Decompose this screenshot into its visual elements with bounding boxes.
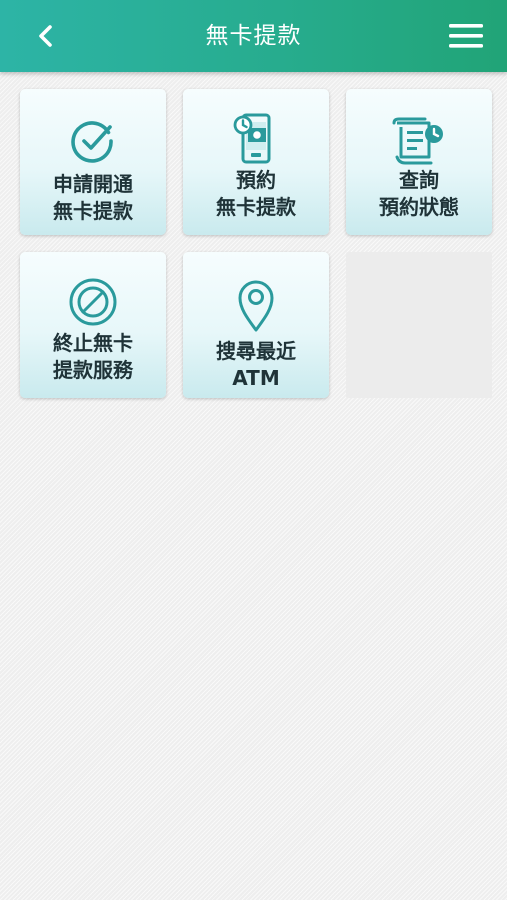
receipt-clock-icon (392, 117, 443, 165)
tile-label-line1: 預約 (236, 168, 276, 192)
tile-terminate-cardless-service[interactable]: 終止無卡 提款服務 (20, 252, 166, 398)
empty-tile-slot (346, 252, 492, 398)
menu-button[interactable] (446, 20, 488, 52)
phone-cash-clock-icon (233, 113, 271, 164)
tile-label-line1: 終止無卡 (53, 331, 133, 355)
tile-label: 查詢 預約狀態 (346, 167, 492, 221)
app-header: 無卡提款 (0, 0, 507, 72)
tile-label-line2: 無卡提款 (53, 199, 133, 223)
hamburger-menu-icon (449, 24, 483, 48)
tile-label: 終止無卡 提款服務 (20, 330, 166, 384)
tile-label-line2: 無卡提款 (216, 195, 296, 219)
tile-label-line1: 申請開通 (53, 172, 133, 196)
tile-reserve-cardless-withdrawal[interactable]: 預約 無卡提款 (183, 89, 329, 235)
tile-label: 搜尋最近 ATM (183, 338, 329, 392)
tile-label-line2: 預約狀態 (379, 195, 459, 219)
tile-label-line2: 提款服務 (53, 358, 133, 382)
tile-label: 申請開通 無卡提款 (20, 171, 166, 225)
tile-query-reservation-status[interactable]: 查詢 預約狀態 (346, 89, 492, 235)
page-title: 無卡提款 (205, 23, 302, 49)
tile-label-line1: 搜尋最近 (216, 339, 296, 363)
check-circle-icon (71, 121, 113, 163)
prohibited-icon (69, 278, 117, 326)
tile-apply-cardless-withdrawal[interactable]: 申請開通 無卡提款 (20, 89, 166, 235)
tile-label-line2: ATM (232, 366, 280, 390)
tile-label: 預約 無卡提款 (183, 167, 329, 221)
tile-label-line1: 查詢 (399, 168, 439, 192)
tile-search-nearest-atm[interactable]: 搜尋最近 ATM (183, 252, 329, 398)
location-pin-icon (238, 280, 274, 332)
